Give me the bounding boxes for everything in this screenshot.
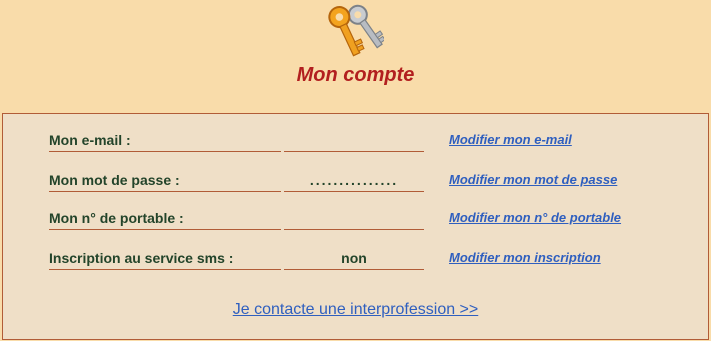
email-label: Mon e-mail : [49,129,281,152]
modify-email-link[interactable]: Modifier mon e-mail [449,129,572,151]
phone-value [284,207,424,230]
sms-subscription-label: Inscription au service sms : [49,247,281,270]
modify-subscription-link[interactable]: Modifier mon inscription [449,247,601,269]
password-value: ............... [284,169,424,192]
page-header: Mon compte [0,0,711,113]
email-value [284,129,424,152]
keys-icon [328,4,384,57]
contact-interprofession-link[interactable]: Je contacte une interprofession >> [3,301,708,319]
page-title: Mon compte [296,64,415,86]
account-panel: Mon e-mail : Modifier mon e-mail Mon mot… [2,113,709,340]
modify-phone-link[interactable]: Modifier mon n° de portable [449,207,621,229]
password-label: Mon mot de passe : [49,169,281,192]
sms-subscription-value: non [284,247,424,270]
phone-label: Mon n° de portable : [49,207,281,230]
modify-password-link[interactable]: Modifier mon mot de passe [449,169,617,191]
